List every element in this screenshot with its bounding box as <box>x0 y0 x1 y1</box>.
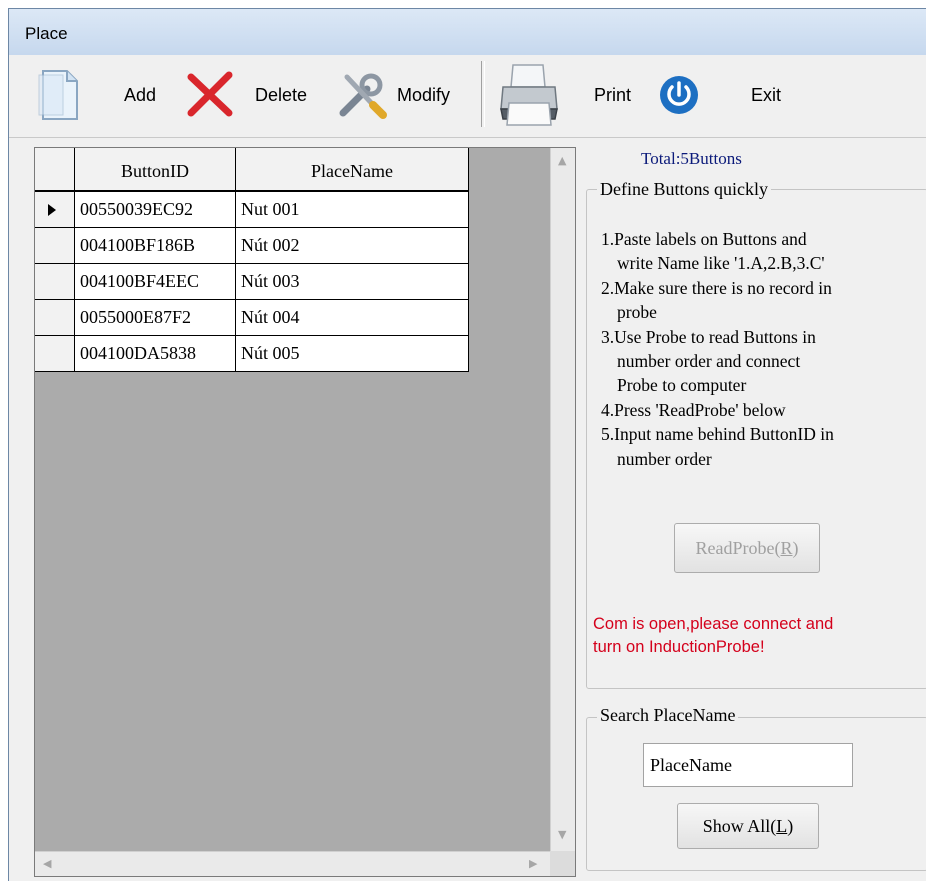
step-text: write Name like '1.A,2.B,3.C' <box>617 253 825 274</box>
red-x-icon <box>187 71 233 117</box>
vertical-scrollbar[interactable]: ▲ ▼ <box>550 148 575 851</box>
status-line: turn on InductionProbe! <box>593 638 765 656</box>
instruction-steps: 1.Paste labels on Buttons and write Name… <box>601 227 901 471</box>
column-header-buttonid[interactable]: ButtonID <box>75 148 236 192</box>
scroll-down-icon[interactable]: ▼ <box>558 828 566 841</box>
power-icon <box>660 76 698 114</box>
show-all-button[interactable]: Show All(L) <box>677 803 819 849</box>
printer-icon <box>500 64 558 126</box>
place-window: Place Add Delete Modify Print Exit Butto… <box>8 8 926 881</box>
search-group-title: Search PlaceName <box>597 705 739 726</box>
row-header[interactable] <box>35 300 75 336</box>
exit-label: Exit <box>751 85 782 105</box>
grid-viewport: ButtonID PlaceName 00550039EC92 Nut 001 … <box>35 148 550 851</box>
read-probe-hotkey: R <box>780 538 793 558</box>
step-text: 3.Use Probe to read Buttons in <box>601 326 816 347</box>
cell-placename[interactable]: Nút 002 <box>236 228 469 264</box>
horizontal-scrollbar[interactable]: ◀ ▶ <box>35 851 550 876</box>
exit-button[interactable]: Exit <box>659 55 799 137</box>
modify-button[interactable]: Modify <box>335 55 475 137</box>
read-probe-label: ReadProbe( <box>695 538 781 558</box>
read-probe-button[interactable]: ReadProbe(R) <box>674 523 820 573</box>
row-header[interactable] <box>35 264 75 300</box>
add-label: Add <box>124 85 157 105</box>
cell-buttonid[interactable]: 0055000E87F2 <box>75 300 236 336</box>
show-all-hotkey: L <box>776 816 788 836</box>
define-buttons-title: Define Buttons quickly <box>597 179 771 200</box>
delete-button[interactable]: Delete <box>185 55 325 137</box>
step-text: 5.Input name behind ButtonID in <box>601 424 834 445</box>
place-grid[interactable]: ButtonID PlaceName 00550039EC92 Nut 001 … <box>34 147 576 877</box>
row-header[interactable] <box>35 192 75 228</box>
window-title: Place <box>25 24 68 43</box>
title-bar: Place <box>9 9 926 55</box>
print-button[interactable]: Print <box>497 55 657 137</box>
row-header[interactable] <box>35 336 75 372</box>
scroll-up-icon[interactable]: ▲ <box>558 154 566 167</box>
grid-corner-header <box>35 148 75 192</box>
status-message: Com is open,please connect and turn on I… <box>593 613 913 659</box>
cell-buttonid[interactable]: 00550039EC92 <box>75 192 236 228</box>
cell-buttonid[interactable]: 004100BF186B <box>75 228 236 264</box>
cell-buttonid[interactable]: 004100BF4EEC <box>75 264 236 300</box>
scroll-left-icon[interactable]: ◀ <box>43 857 51 870</box>
step-text: 1.Paste labels on Buttons and <box>601 229 807 249</box>
tools-icon <box>339 73 387 119</box>
column-header-placename[interactable]: PlaceName <box>236 148 469 192</box>
print-label: Print <box>594 85 632 105</box>
step-text: Probe to computer <box>617 375 747 396</box>
cell-placename[interactable]: Nút 003 <box>236 264 469 300</box>
toolbar: Add Delete Modify Print Exit <box>9 55 926 138</box>
cell-placename[interactable]: Nut 001 <box>236 192 469 228</box>
delete-label: Delete <box>255 85 308 105</box>
cell-placename[interactable]: Nút 004 <box>236 300 469 336</box>
cell-placename[interactable]: Nút 005 <box>236 336 469 372</box>
show-all-label-end: ) <box>787 816 794 836</box>
row-header[interactable] <box>35 228 75 264</box>
show-all-label: Show All( <box>702 816 777 836</box>
modify-label: Modify <box>397 85 451 105</box>
placename-search-input[interactable] <box>643 743 853 787</box>
step-text: 4.Press 'ReadProbe' below <box>601 399 786 420</box>
step-text: number order <box>617 448 712 469</box>
status-line: Com is open,please connect and <box>593 615 834 633</box>
toolbar-separator <box>481 61 485 127</box>
cell-buttonid[interactable]: 004100DA5838 <box>75 336 236 372</box>
document-icon <box>38 70 78 120</box>
step-text: 2.Make sure there is no record in <box>601 277 832 298</box>
add-button[interactable]: Add <box>29 55 179 137</box>
scrollbar-corner <box>550 851 575 876</box>
scroll-right-icon[interactable]: ▶ <box>529 857 537 870</box>
current-row-indicator-icon <box>48 204 56 216</box>
step-text: number order and connect <box>617 351 801 372</box>
step-text: probe <box>617 302 657 323</box>
total-count: Total:5Buttons <box>641 149 742 168</box>
read-probe-label-end: ) <box>792 538 799 558</box>
